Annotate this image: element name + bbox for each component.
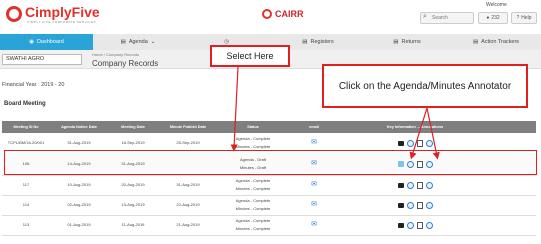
minutes-annotator-arrow xyxy=(426,107,440,160)
select-here-arrow xyxy=(230,66,239,152)
callout-arrows xyxy=(230,66,440,160)
agenda-annotator-arrow xyxy=(409,107,428,160)
